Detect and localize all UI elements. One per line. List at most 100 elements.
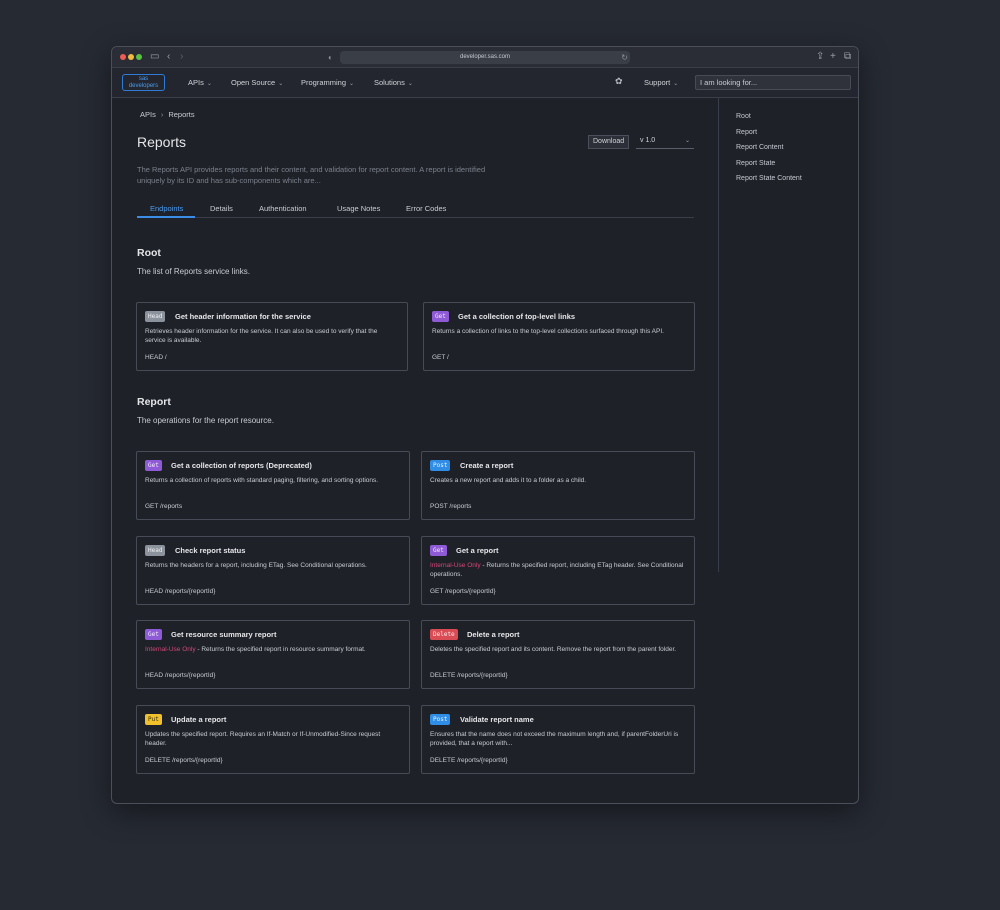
chevron-down-icon: ⌄ (206, 81, 212, 87)
endpoint-card[interactable]: Get Get a collection of top-level links Re… (423, 302, 695, 371)
nav-programming[interactable]: Programming ⌄ (301, 78, 354, 87)
endpoint-card[interactable]: Head Get header information for the servi… (136, 302, 408, 371)
endpoint-description-text: - Returns the specified report in resour… (195, 646, 366, 653)
endpoint-path: HEAD /reports/{reportId} (145, 588, 216, 595)
tab-error-codes[interactable]: Error Codes (406, 204, 446, 213)
browser-toolbar: ▭ ‹ › ◐ developer.sas.com ↻ ⇪ + ⧉ (112, 47, 858, 68)
chevron-down-icon: ⌄ (673, 81, 679, 87)
nav-solutions[interactable]: Solutions ⌄ (374, 78, 413, 87)
site-header: sas developers APIs ⌄ Open Source ⌄ Progra… (112, 68, 858, 98)
endpoint-description: Returns a collection of reports with sta… (145, 476, 401, 485)
download-button[interactable]: Download (588, 135, 630, 149)
logo-text-sas: sas (138, 76, 149, 82)
tabs-overview-icon[interactable]: ⧉ (844, 51, 851, 63)
section-report-desc: The operations for the report resource. (137, 416, 274, 425)
endpoint-title: Delete a report (467, 630, 520, 639)
endpoint-card[interactable]: Delete Delete a report Deletes the specifi… (421, 620, 695, 689)
back-icon[interactable]: ‹ (167, 51, 170, 63)
nav-open-source-label: Open Source (231, 78, 276, 87)
endpoint-card[interactable]: Get Get a report Internal-Use Only - Retur… (421, 536, 695, 605)
tab-usage-notes[interactable]: Usage Notes (337, 204, 380, 213)
endpoint-path: HEAD / (145, 354, 167, 361)
version-select[interactable]: v 1.0 ⌄ (636, 135, 694, 149)
browser-window: ▭ ‹ › ◐ developer.sas.com ↻ ⇪ + ⧉ sas de… (111, 46, 859, 804)
share-icon[interactable]: ⇪ (816, 51, 824, 63)
section-root-desc: The list of Reports service links. (137, 267, 250, 276)
method-badge: Get (430, 545, 447, 556)
breadcrumb-current: Reports (168, 110, 195, 119)
endpoint-path: HEAD /reports/{reportId} (145, 672, 216, 679)
endpoint-path: GET / (432, 354, 449, 361)
endpoint-path: DELETE /reports/{reportId} (145, 757, 223, 764)
sidebar-toggle-icon[interactable]: ▭ (150, 51, 159, 63)
endpoint-title: Get header information for the service (175, 312, 311, 321)
url-text: developer.sas.com (459, 54, 511, 60)
version-value: v 1.0 (640, 137, 656, 144)
method-badge: Delete (430, 629, 458, 640)
endpoint-description-text: Returns a collection of reports with sta… (145, 477, 379, 484)
github-icon[interactable]: ✿ (615, 76, 623, 87)
endpoint-description-text: Creates a new report and adds it to a fo… (430, 477, 587, 484)
method-badge: Get (432, 311, 449, 322)
endpoint-path: DELETE /reports/{reportId} (430, 672, 508, 679)
tab-details[interactable]: Details (210, 204, 233, 213)
endpoint-description: Internal-Use Only - Returns the specifie… (430, 561, 686, 579)
reload-icon[interactable]: ↻ (621, 51, 628, 64)
toc-report-state-content[interactable]: Report State Content (736, 175, 802, 182)
endpoint-card[interactable]: Get Get resource summary report Internal-U… (136, 620, 410, 689)
address-bar[interactable]: ◐ developer.sas.com ↻ (328, 51, 630, 64)
section-root-title: Root (137, 247, 161, 259)
endpoint-description: Returns a collection of links to the top… (432, 327, 686, 336)
new-tab-icon[interactable]: + (830, 51, 836, 63)
close-window-button[interactable] (120, 54, 126, 60)
endpoint-description-text: Returns the headers for a report, includ… (145, 562, 367, 569)
endpoint-path: GET /reports (145, 503, 183, 510)
endpoint-card[interactable]: Put Update a report Updates the specified … (136, 705, 410, 774)
endpoint-description: Internal-Use Only - Returns the specifie… (145, 645, 401, 654)
tab-endpoints[interactable]: Endpoints (150, 204, 183, 213)
endpoint-title: Get a collection of reports (Deprecated) (171, 461, 312, 470)
method-badge: Head (145, 311, 166, 322)
endpoint-card[interactable]: Post Create a report Creates a new report … (421, 451, 695, 520)
endpoint-title: Update a report (171, 715, 227, 724)
endpoint-card[interactable]: Head Check report status Returns the heade… (136, 536, 410, 605)
method-badge: Get (145, 460, 162, 471)
endpoint-card[interactable]: Get Get a collection of reports (Deprecat… (136, 451, 410, 520)
endpoint-path: GET /reports/{reportId} (430, 588, 496, 595)
sas-developers-logo[interactable]: sas developers (122, 74, 165, 91)
forward-icon[interactable]: › (180, 51, 183, 63)
endpoint-title: Get a report (456, 546, 499, 555)
toc-root[interactable]: Root (736, 113, 751, 120)
endpoint-path: DELETE /reports/{reportId} (430, 757, 508, 764)
chevron-down-icon: ⌄ (407, 81, 413, 87)
method-badge: Post (430, 714, 451, 725)
section-report-title: Report (137, 396, 171, 408)
toc-report-content[interactable]: Report Content (736, 144, 783, 151)
search-input[interactable]: I am looking for... (695, 75, 851, 90)
method-badge: Post (430, 460, 451, 471)
breadcrumb-apis[interactable]: APIs (140, 110, 156, 119)
page-description: The Reports API provides reports and the… (137, 165, 486, 185)
endpoint-description-text: Ensures that the name does not exceed th… (430, 731, 679, 747)
internal-use-label: Internal-Use Only (145, 646, 196, 653)
toc-report[interactable]: Report (736, 129, 757, 136)
maximize-window-button[interactable] (136, 54, 142, 60)
tab-authentication[interactable]: Authentication (259, 204, 307, 213)
endpoint-description: Updates the specified report. Requires a… (145, 730, 401, 748)
toc-report-state[interactable]: Report State (736, 160, 775, 167)
method-badge: Put (145, 714, 162, 725)
endpoint-path: POST /reports (430, 503, 472, 510)
chevron-down-icon: ⌄ (349, 81, 355, 87)
endpoint-description: Retrieves header information for the ser… (145, 327, 399, 345)
minimize-window-button[interactable] (128, 54, 134, 60)
endpoint-description: Deletes the specified report and its con… (430, 645, 686, 654)
nav-apis[interactable]: APIs ⌄ (188, 78, 212, 87)
endpoint-description-text: Retrieves header information for the ser… (145, 328, 378, 344)
nav-support[interactable]: Support ⌄ (644, 78, 678, 87)
shield-icon: ◐ (328, 53, 333, 62)
endpoint-title: Check report status (175, 546, 246, 555)
endpoint-description: Ensures that the name does not exceed th… (430, 730, 686, 748)
endpoint-card[interactable]: Post Validate report name Ensures that the… (421, 705, 695, 774)
endpoint-title: Validate report name (460, 715, 534, 724)
nav-open-source[interactable]: Open Source ⌄ (231, 78, 283, 87)
